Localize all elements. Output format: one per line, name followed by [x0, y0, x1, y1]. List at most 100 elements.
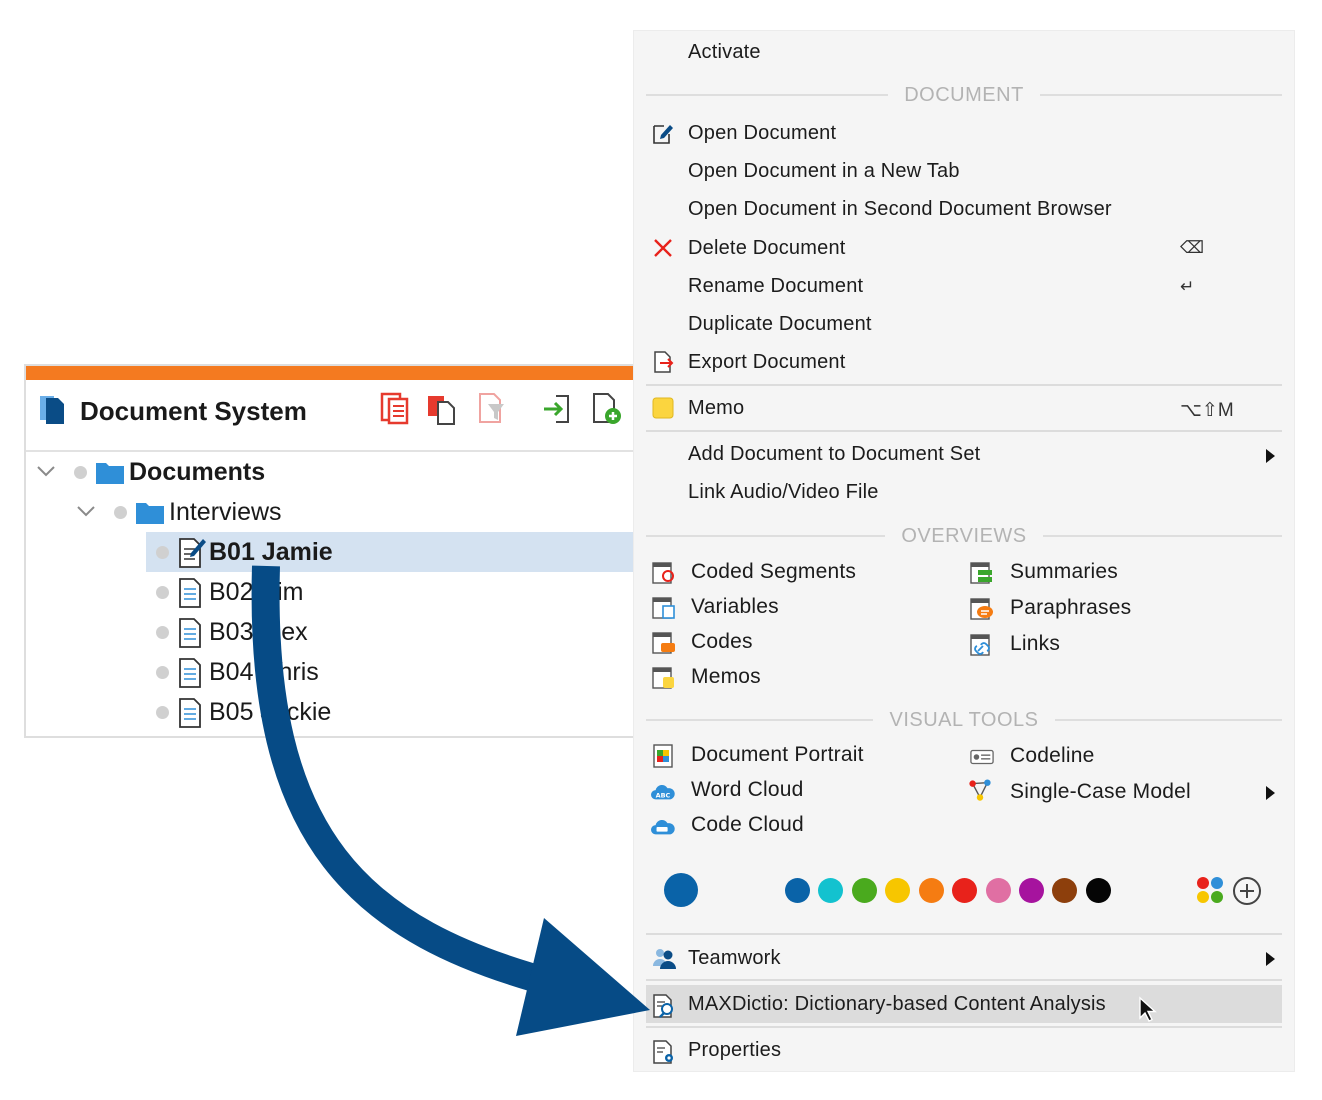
panel-accent-bar — [26, 366, 642, 380]
menu-divider — [646, 1026, 1282, 1028]
menu-item-properties[interactable]: Properties — [688, 1039, 781, 1062]
tree-label: B05 Jackie — [209, 697, 332, 726]
shortcut-memo: ⌥⇧M — [1180, 400, 1234, 421]
tree-label: B01 Jamie — [209, 537, 333, 566]
color-swatch-blue[interactable] — [785, 878, 810, 903]
menu-item-links[interactable]: Links — [1010, 632, 1060, 656]
status-dot — [156, 665, 169, 679]
document-portrait-icon — [653, 744, 673, 768]
menu-item-single-case-model[interactable]: Single-Case Model — [1010, 780, 1191, 804]
color-swatch-red[interactable] — [952, 878, 977, 903]
status-dot — [74, 465, 87, 479]
document-icon — [179, 658, 201, 688]
copy-icon[interactable] — [426, 390, 460, 431]
memos-icon — [652, 667, 674, 689]
menu-item-duplicate-document[interactable]: Duplicate Document — [688, 313, 872, 336]
maxdictio-icon — [653, 994, 673, 1018]
menu-item-open-new-tab[interactable]: Open Document in a New Tab — [688, 160, 960, 183]
color-swatch-cyan[interactable] — [818, 878, 843, 903]
tree-row-b04[interactable]: B04 Chris — [156, 652, 319, 692]
folder-icon — [96, 463, 124, 484]
new-document-icon[interactable] — [590, 390, 624, 431]
tree-row-b02[interactable]: B02 Kim — [156, 572, 303, 612]
tree-row-b03[interactable]: B03 Alex — [156, 612, 308, 652]
menu-item-variables[interactable]: Variables — [691, 595, 779, 619]
tree-label: Documents — [129, 457, 266, 486]
menu-item-link-av[interactable]: Link Audio/Video File — [688, 481, 879, 504]
menu-divider — [646, 384, 1282, 386]
single-case-model-icon — [969, 779, 991, 801]
section-header-overviews: OVERVIEWS — [646, 523, 1282, 549]
menu-item-teamwork[interactable]: Teamwork — [688, 947, 781, 970]
tree-row-b05[interactable]: B05 Jackie — [156, 692, 331, 732]
folder-icon — [136, 503, 164, 524]
color-swatch-yellow[interactable] — [885, 878, 910, 903]
submenu-arrow-icon — [1266, 449, 1275, 463]
color-swatch-green[interactable] — [852, 878, 877, 903]
code-cloud-icon — [651, 819, 675, 835]
menu-item-code-cloud[interactable]: Code Cloud — [691, 813, 804, 837]
status-dot — [156, 625, 169, 639]
paste-icon[interactable] — [380, 390, 412, 431]
status-dot — [156, 585, 169, 599]
color-swatch-black[interactable] — [1086, 878, 1111, 903]
menu-item-export-document[interactable]: Export Document — [688, 351, 846, 374]
menu-item-paraphrases[interactable]: Paraphrases — [1010, 596, 1131, 620]
menu-item-summaries[interactable]: Summaries — [1010, 560, 1118, 584]
menu-item-open-document[interactable]: Open Document — [688, 122, 836, 145]
chevron-down-icon[interactable] — [36, 461, 56, 484]
menu-item-memo[interactable]: Memo — [688, 397, 744, 420]
document-system-panel: Document System Documents Interviews B01… — [24, 364, 646, 738]
color-swatch-orange[interactable] — [919, 878, 944, 903]
shortcut-rename: ↵ — [1180, 277, 1195, 296]
document-system-icon — [40, 396, 64, 424]
panel-title: Document System — [80, 396, 307, 426]
menu-item-open-second-browser[interactable]: Open Document in Second Document Browser — [688, 198, 1112, 221]
menu-item-activate[interactable]: Activate — [688, 41, 761, 64]
color-swatch-purple[interactable] — [1019, 878, 1044, 903]
status-dot — [156, 705, 169, 719]
chevron-down-icon[interactable] — [76, 501, 96, 524]
coded-segments-icon — [652, 562, 674, 584]
tree-label: B03 Alex — [209, 617, 308, 646]
variables-icon — [652, 597, 675, 619]
menu-divider — [646, 979, 1282, 981]
color-swatch-pink[interactable] — [986, 878, 1011, 903]
properties-icon — [653, 1040, 673, 1064]
current-color-swatch[interactable] — [664, 873, 698, 907]
menu-item-word-cloud[interactable]: Word Cloud — [691, 778, 804, 802]
svg-text:ABC: ABC — [656, 792, 671, 800]
status-dot — [156, 545, 169, 559]
menu-item-delete-document[interactable]: Delete Document — [688, 237, 846, 260]
mouse-cursor-icon — [1139, 996, 1157, 1022]
menu-item-codeline[interactable]: Codeline — [1010, 744, 1095, 768]
color-swatch-brown[interactable] — [1052, 878, 1077, 903]
filter-doc-icon[interactable] — [476, 390, 508, 431]
menu-item-rename-document[interactable]: Rename Document — [688, 275, 863, 298]
menu-item-coded-segments[interactable]: Coded Segments — [691, 560, 856, 584]
tree-label: B02 Kim — [209, 577, 304, 606]
submenu-arrow-icon — [1266, 952, 1275, 966]
document-icon — [179, 698, 201, 728]
links-icon — [970, 634, 990, 656]
export-icon — [654, 351, 674, 373]
paraphrases-icon — [970, 598, 993, 620]
submenu-arrow-icon — [1266, 786, 1275, 800]
add-color-icon[interactable] — [1232, 876, 1262, 906]
menu-item-document-portrait[interactable]: Document Portrait — [691, 743, 864, 767]
context-menu: Activate DOCUMENT Open Document Open Doc… — [634, 31, 1294, 1071]
import-icon[interactable] — [542, 390, 574, 431]
tree-row-b01[interactable]: B01 Jamie — [156, 532, 333, 572]
tree-label: B04 Chris — [209, 657, 319, 686]
menu-item-memos[interactable]: Memos — [691, 665, 761, 689]
delete-icon — [654, 239, 672, 257]
menu-item-add-to-set[interactable]: Add Document to Document Set — [688, 443, 980, 466]
tree-row-documents[interactable]: Documents — [36, 452, 265, 492]
document-icon — [179, 618, 201, 648]
tree-row-interviews[interactable]: Interviews — [76, 492, 282, 532]
tree-label: Interviews — [169, 497, 282, 526]
color-palette-icon[interactable] — [1196, 876, 1226, 906]
codes-icon — [652, 632, 675, 654]
menu-item-maxdictio[interactable]: MAXDictio: Dictionary-based Content Anal… — [688, 993, 1106, 1016]
menu-item-codes[interactable]: Codes — [691, 630, 753, 654]
